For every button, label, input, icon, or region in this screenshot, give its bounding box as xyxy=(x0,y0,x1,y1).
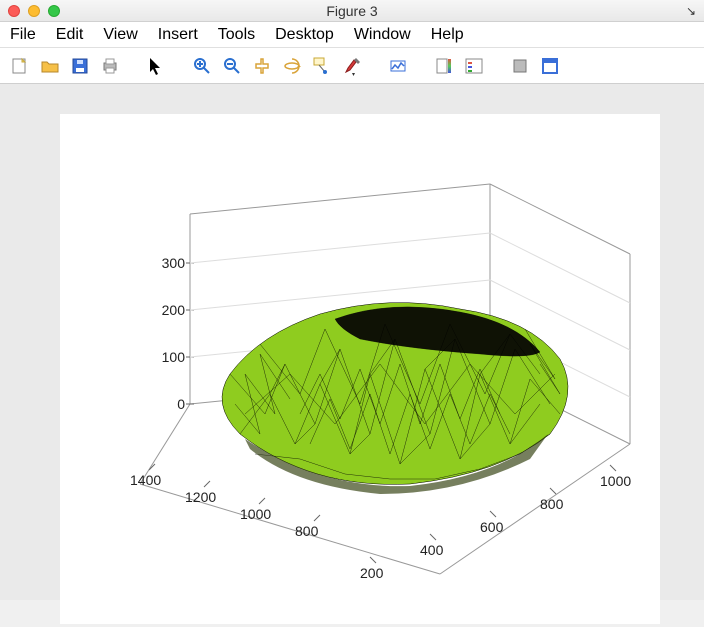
rotate3d-icon[interactable] xyxy=(280,54,304,78)
ytick-0: 200 xyxy=(360,565,383,581)
traffic-lights xyxy=(8,5,60,17)
new-figure-icon[interactable] xyxy=(8,54,32,78)
ztick-3: 300 xyxy=(155,255,185,271)
menu-desktop[interactable]: Desktop xyxy=(275,26,334,44)
menu-view[interactable]: View xyxy=(103,26,137,44)
xtick-1: 1000 xyxy=(240,506,271,522)
ytick-3: 800 xyxy=(540,496,563,512)
window-title: Figure 3 xyxy=(326,3,377,19)
zoom-in-icon[interactable] xyxy=(190,54,214,78)
ztick-2: 200 xyxy=(155,302,185,318)
menu-insert[interactable]: Insert xyxy=(158,26,198,44)
ztick-1: 100 xyxy=(155,349,185,365)
menu-file[interactable]: File xyxy=(10,26,36,44)
menubar: File Edit View Insert Tools Desktop Wind… xyxy=(0,22,704,48)
menu-edit[interactable]: Edit xyxy=(56,26,84,44)
link-plot-icon[interactable] xyxy=(386,54,410,78)
open-file-icon[interactable] xyxy=(38,54,62,78)
pointer-icon[interactable] xyxy=(144,54,168,78)
save-icon[interactable] xyxy=(68,54,92,78)
menu-window[interactable]: Window xyxy=(354,26,411,44)
menu-help[interactable]: Help xyxy=(431,26,464,44)
dock-figure-icon[interactable] xyxy=(538,54,562,78)
ytick-4: 1000 xyxy=(600,473,631,489)
xtick-0: 800 xyxy=(295,523,318,539)
mesh-surface xyxy=(222,303,568,494)
figure-window: Figure 3 ↘ File Edit View Insert Tools D… xyxy=(0,0,704,600)
print-icon[interactable] xyxy=(98,54,122,78)
maximize-button[interactable] xyxy=(48,5,60,17)
axes-3d[interactable]: 0 100 200 300 1400 1200 1000 800 200 400… xyxy=(60,114,660,624)
titlebar: Figure 3 ↘ xyxy=(0,0,704,22)
hide-plot-tools-icon[interactable] xyxy=(508,54,532,78)
data-cursor-icon[interactable] xyxy=(310,54,334,78)
ytick-2: 600 xyxy=(480,519,503,535)
xtick-2: 1200 xyxy=(185,489,216,505)
close-button[interactable] xyxy=(8,5,20,17)
plot-area[interactable]: 0 100 200 300 1400 1200 1000 800 200 400… xyxy=(0,84,704,600)
ztick-0: 0 xyxy=(155,396,185,412)
overflow-icon[interactable]: ↘ xyxy=(686,4,696,18)
minimize-button[interactable] xyxy=(28,5,40,17)
colorbar-icon[interactable] xyxy=(432,54,456,78)
zoom-out-icon[interactable] xyxy=(220,54,244,78)
ytick-1: 400 xyxy=(420,542,443,558)
legend-icon[interactable] xyxy=(462,54,486,78)
brush-icon[interactable] xyxy=(340,54,364,78)
menu-tools[interactable]: Tools xyxy=(218,26,255,44)
toolbar xyxy=(0,48,704,84)
pan-icon[interactable] xyxy=(250,54,274,78)
xtick-3: 1400 xyxy=(130,472,161,488)
